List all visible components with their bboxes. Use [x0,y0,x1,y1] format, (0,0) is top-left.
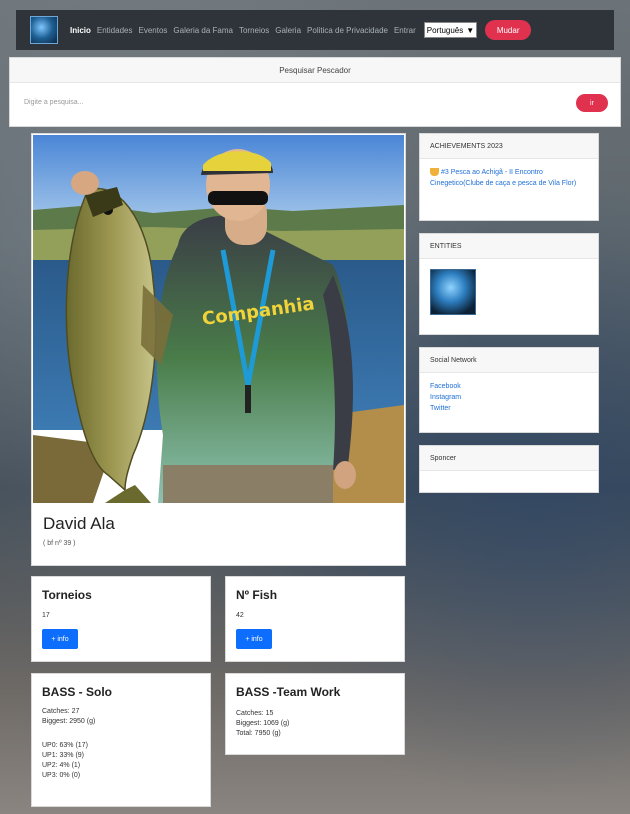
torneios-title: Torneios [42,588,92,602]
torneios-card: Torneios 17 + info [31,576,211,662]
bass-team-title: BASS -Team Work [236,685,341,699]
bass-team-card: BASS -Team Work Catches: 15 Biggest: 106… [225,673,405,755]
nav-link-galeria-fama[interactable]: Galeria da Fama [173,26,233,35]
chevron-down-icon: ▼ [466,25,475,35]
profile-card: Companhia David Ala ( bf nº 39 ) [31,133,406,566]
torneios-value: 17 [42,612,50,619]
bass-team-catches: Catches: 15 [236,710,274,717]
bass-solo-biggest: Biggest: 2950 (g) [42,718,96,725]
angler-photo: Companhia [33,135,404,503]
bass-solo-catches: Catches: 27 [42,708,80,715]
trophy-icon [430,168,439,177]
bass-solo-title: BASS - Solo [42,685,113,699]
entity-logo[interactable] [430,269,476,315]
search-title: Pesquisar Pescador [10,58,620,83]
nav-link-torneios[interactable]: Torneios [239,26,269,35]
bass-solo-up1: UP1: 33% (9) [42,752,85,759]
achievement-link[interactable]: #3 Pesca ao Achigã - II Encontro Cineget… [430,169,576,187]
nav-link-entidades[interactable]: Entidades [97,26,133,35]
entities-title: ENTITIES [420,234,598,259]
fish-info-button[interactable]: + info [236,629,272,649]
site-logo[interactable] [30,16,58,44]
nav-link-privacidade[interactable]: Politica de Privacidade [307,26,388,35]
achievements-card: ACHIEVEMENTS 2023 #3 Pesca ao Achigã - I… [419,133,599,221]
torneios-info-button[interactable]: + info [42,629,78,649]
sponsor-title: Sponcer [420,446,598,471]
top-navbar: Inicio Entidades Eventos Galeria da Fama… [16,10,614,50]
mudar-button[interactable]: Mudar [485,20,532,40]
facebook-link[interactable]: Facebook [430,381,588,392]
bass-solo-up0: UP0: 63% (17) [42,742,88,749]
nav-link-inicio[interactable]: Inicio [70,26,91,35]
nav-link-eventos[interactable]: Eventos [138,26,167,35]
fish-title: Nº Fish [236,588,278,602]
fish-value: 42 [236,612,244,619]
entities-card: ENTITIES [419,233,599,335]
instagram-link[interactable]: Instagram [430,392,588,403]
search-input[interactable]: Digite a pesquisa... [24,96,544,110]
language-select[interactable]: Português ▼ [423,22,478,38]
search-button[interactable]: ir [576,94,608,112]
bf-number: ( bf nº 39 ) [43,540,76,547]
social-title: Social Network [420,348,598,373]
nav-link-entrar[interactable]: Entrar [394,26,416,35]
sponsor-card: Sponcer [419,445,599,493]
bass-solo-up2: UP2: 4% (1) [42,762,81,769]
nav-link-galeria[interactable]: Galeria [275,26,301,35]
bass-team-biggest: Biggest: 1069 (g) [236,720,290,727]
achievements-title: ACHIEVEMENTS 2023 [420,134,598,159]
bass-solo-up3: UP3: 0% (0) [42,772,81,779]
social-card: Social Network Facebook Instagram Twitte… [419,347,599,433]
profile-name: David Ala [43,514,115,533]
twitter-link[interactable]: Twitter [430,403,588,414]
bass-solo-card: BASS - Solo Catches: 27 Biggest: 2950 (g… [31,673,211,807]
language-value: Português [426,25,464,35]
bass-team-total: Total: 7950 (g) [236,730,281,737]
search-card: Pesquisar Pescador Digite a pesquisa... … [9,57,621,127]
fish-card: Nº Fish 42 + info [225,576,405,662]
